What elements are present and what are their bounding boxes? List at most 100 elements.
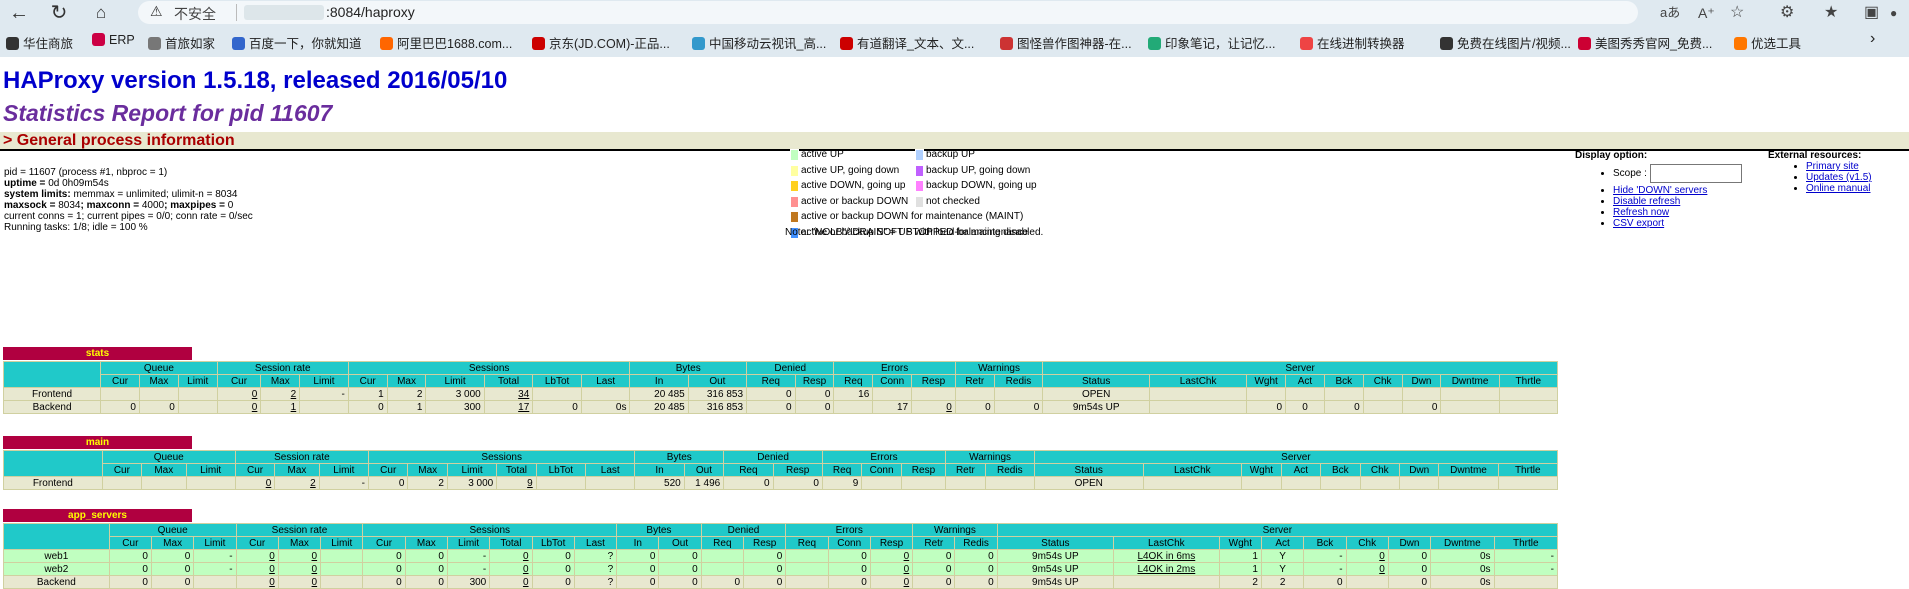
profile-icon[interactable]: ●	[1890, 0, 1897, 26]
legend-swatch	[790, 195, 799, 208]
table-cell	[185, 476, 236, 490]
bookmark-item[interactable]: 优选工具	[1734, 33, 1801, 52]
table-cell	[785, 575, 829, 589]
row-label[interactable]: web2	[3, 562, 110, 576]
legend-label: active DOWN, going up	[801, 180, 906, 191]
bookmark-item[interactable]: 京东(JD.COM)-正品...	[532, 33, 670, 52]
row-label[interactable]: Frontend	[3, 476, 103, 490]
legend-label: active or backup DOWN	[801, 195, 909, 207]
address-bar[interactable]: ⚠ 不安全 :8084/haproxy	[138, 1, 1638, 24]
table-cell	[785, 562, 829, 576]
table-cell: 0	[347, 400, 388, 414]
disable-refresh-link[interactable]: Disable refresh	[1613, 196, 1680, 207]
table-cell: -	[193, 562, 237, 576]
bookmark-item[interactable]: 阿里巴巴1688.com...	[380, 33, 512, 52]
table-cell: 0	[954, 575, 998, 589]
favorite-star-icon[interactable]: ☆	[1730, 0, 1744, 26]
reader-icon[interactable]: aあ	[1660, 0, 1680, 26]
bookmark-favicon-icon	[380, 37, 393, 50]
bookmark-item[interactable]: 免费在线图片/视频...	[1440, 33, 1571, 52]
column-header: Max	[404, 536, 448, 550]
bookmark-item[interactable]: 美图秀秀官网_免费...	[1578, 33, 1712, 52]
bookmark-item[interactable]: 百度一下，你就知道	[232, 33, 362, 52]
proxy-name[interactable]: app_servers	[3, 509, 192, 522]
group-header: Bytes	[616, 523, 702, 537]
table-cell	[141, 476, 187, 490]
column-header: Max	[407, 463, 448, 477]
row-label[interactable]: Frontend	[2, 387, 102, 401]
extensions-icon[interactable]: ⚙	[1780, 0, 1794, 26]
table-cell: 0	[742, 562, 787, 576]
updates-link[interactable]: Updates (v1.5)	[1806, 172, 1872, 183]
bookmark-favicon-icon	[1148, 37, 1161, 50]
table-cell	[1320, 476, 1361, 490]
table-cell	[1142, 476, 1243, 490]
table-cell: 0	[616, 575, 660, 589]
column-header: Conn	[861, 463, 902, 477]
scope-input[interactable]	[1649, 164, 1742, 183]
bookmark-item[interactable]: 中国移动云视讯_高...	[692, 33, 826, 52]
csv-export-link[interactable]: CSV export	[1613, 218, 1664, 229]
column-header: Req	[700, 536, 745, 550]
online-manual-link[interactable]: Online manual	[1806, 183, 1870, 194]
row-label[interactable]: Backend	[2, 400, 102, 414]
group-header: Warnings	[945, 450, 1035, 464]
maxconn-label: ; maxconn =	[80, 200, 142, 211]
table-cell: 520	[634, 476, 685, 490]
table-cell: -	[446, 549, 491, 563]
column-header: Limit	[193, 536, 237, 550]
refresh-now-link[interactable]: Refresh now	[1613, 207, 1669, 218]
proxy-name[interactable]: stats	[3, 347, 192, 360]
favorites-icon[interactable]: ★	[1824, 0, 1838, 26]
external-heading: External resources:	[1768, 150, 1862, 161]
row-label[interactable]: web1	[3, 549, 110, 563]
column-header: Resp	[772, 463, 823, 477]
bookmark-item[interactable]: 在线进制转换器	[1300, 33, 1405, 52]
column-header: Conn	[872, 374, 913, 388]
column-header: Dwn	[1398, 463, 1440, 477]
hide-down-link[interactable]: Hide 'DOWN' servers	[1613, 185, 1707, 196]
column-header: Req	[833, 374, 874, 388]
back-icon[interactable]: ←	[4, 0, 34, 26]
more-bookmarks-chevron-icon[interactable]: ›	[1870, 30, 1875, 48]
bookmark-item[interactable]: 华住商旅	[6, 33, 73, 52]
proxy-name[interactable]: main	[3, 436, 192, 449]
read-aloud-icon[interactable]: A⁺	[1698, 0, 1715, 26]
legend-item: not checked	[915, 195, 980, 209]
reload-icon[interactable]: ↻	[44, 0, 74, 26]
table-cell	[984, 476, 1035, 490]
group-header: Denied	[723, 450, 823, 464]
bookmark-label: 美图秀秀官网_免费...	[1595, 37, 1713, 51]
table-cell	[700, 562, 745, 576]
bookmark-item[interactable]: 印象笔记，让记忆...	[1148, 33, 1275, 52]
collections-icon[interactable]: ▣	[1864, 0, 1879, 26]
corner-cell	[2, 361, 102, 388]
table-cell: 0	[1323, 400, 1364, 414]
column-header: Req	[746, 374, 796, 388]
bookmark-item[interactable]: ERP	[92, 33, 135, 47]
primary-site-link[interactable]: Primary site	[1806, 161, 1859, 172]
column-header: Redis	[954, 536, 998, 550]
home-icon[interactable]: ⌂	[86, 0, 116, 26]
column-header: Status	[1033, 463, 1144, 477]
bookmark-label: 免费在线图片/视频...	[1457, 37, 1571, 51]
table-cell	[861, 476, 902, 490]
table-cell: 0	[1387, 562, 1432, 576]
bookmark-item[interactable]: 图怪兽作图神器-在...	[1000, 33, 1132, 52]
column-header: Thrtle	[1498, 374, 1558, 388]
url-text[interactable]: :8084/haproxy	[326, 4, 415, 20]
bookmark-favicon-icon	[840, 37, 853, 50]
table-cell: 0	[1387, 575, 1432, 589]
column-header: Chk	[1362, 374, 1403, 388]
table-cell: 0	[827, 549, 871, 563]
bookmark-item[interactable]: 有道翻译_文本、文...	[840, 33, 974, 52]
column-header: Act	[1285, 374, 1325, 388]
bookmark-item[interactable]: 首旅如家	[148, 33, 215, 52]
row-label[interactable]: Backend	[3, 575, 110, 589]
table-cell: 0	[108, 575, 152, 589]
table-cell: 0	[216, 400, 262, 414]
column-header: Limit	[446, 536, 491, 550]
column-header: Max	[150, 536, 195, 550]
column-header: Resp	[869, 536, 914, 550]
column-header: Last	[580, 374, 631, 388]
